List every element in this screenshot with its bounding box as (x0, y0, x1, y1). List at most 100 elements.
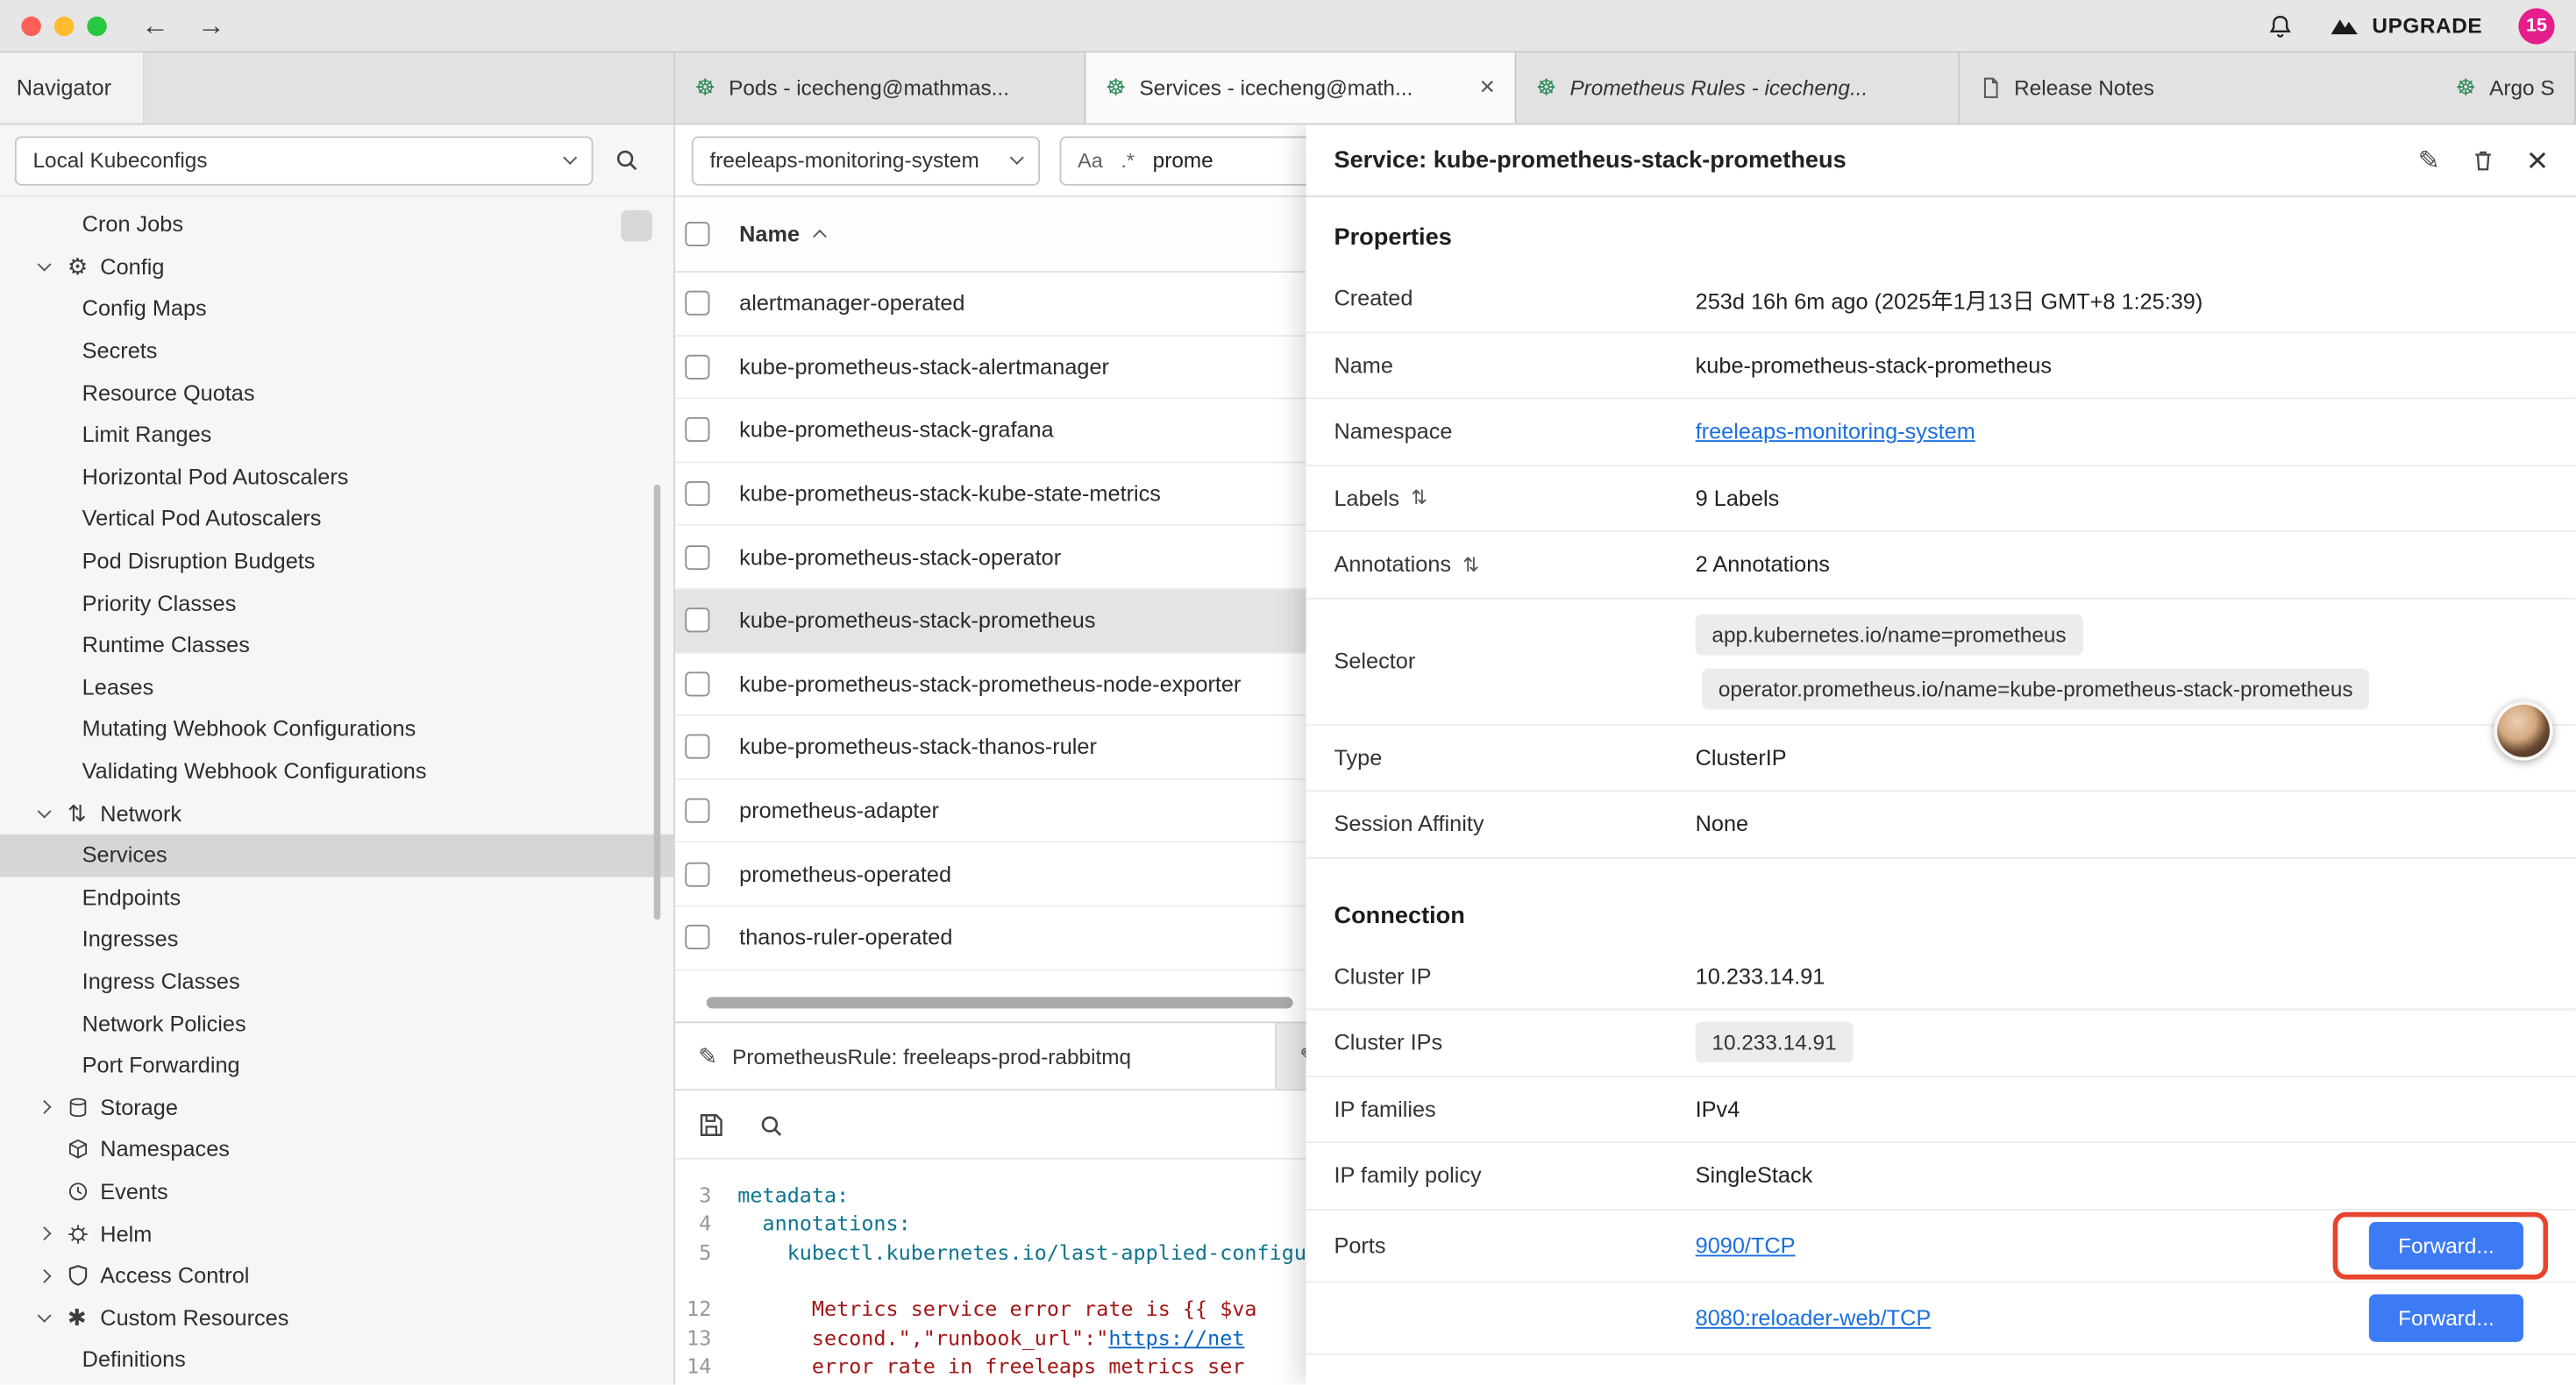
row-checkbox[interactable] (685, 671, 709, 696)
scrollbar-thumb[interactable] (707, 997, 1293, 1008)
upgrade-icon (2330, 15, 2359, 36)
row-checkbox[interactable] (685, 735, 709, 759)
sidebar-item[interactable]: Endpoints (0, 877, 673, 919)
sidebar-item[interactable]: Services (0, 835, 673, 877)
edit-icon[interactable]: ✎ (2418, 144, 2440, 176)
sidebar-item[interactable]: Leases (0, 666, 673, 708)
sidebar-item[interactable]: Validating Webhook Configurations (0, 750, 673, 792)
notification-count-badge[interactable]: 15 (2518, 7, 2554, 43)
sidebar-item[interactable]: Resource Quotas (0, 372, 673, 414)
column-header-name[interactable]: Name (739, 222, 824, 246)
line-number: 13 (675, 1325, 737, 1349)
kubernetes-icon: ☸ (2456, 74, 2477, 102)
sidebar-item-label: Services (82, 843, 167, 868)
editor-tab[interactable]: ☸ Pods - icecheng@mathmas... (675, 53, 1085, 124)
sidebar-item[interactable]: Config Maps (0, 288, 673, 330)
sidebar-item[interactable]: ✱ Custom Resources (0, 1296, 673, 1339)
sidebar-item[interactable]: Priority Classes (0, 582, 673, 624)
scrollbar-thumb[interactable] (621, 210, 652, 242)
editor-tab[interactable]: ☸ Argo S (2436, 53, 2576, 124)
sidebar-item-label: Cron Jobs (82, 212, 183, 237)
kubeconfig-select[interactable]: Local Kubeconfigs (15, 136, 594, 185)
line-code: error rate in freeleaps metrics ser (737, 1353, 1244, 1378)
delete-icon[interactable] (2471, 148, 2495, 173)
sidebar-item[interactable]: Events (0, 1170, 673, 1212)
search-icon[interactable] (615, 148, 639, 173)
line-code: Metrics service error rate is {{ $va (737, 1296, 1256, 1321)
row-checkbox[interactable] (685, 291, 709, 316)
editor-tab[interactable]: ☸ Prometheus Rules - icecheng... (1516, 53, 1960, 124)
line-number: 14 (675, 1353, 737, 1378)
sidebar-item[interactable]: Limit Ranges (0, 414, 673, 456)
tree-chevron (39, 1187, 68, 1197)
tab-strip: Navigator ☸ Pods - icecheng@mathmas... ☸… (0, 53, 2576, 124)
sidebar-item[interactable]: ⚙ Config (0, 245, 673, 288)
row-checkbox[interactable] (685, 608, 709, 633)
sidebar-item-label: Access Control (100, 1263, 249, 1288)
sidebar-item[interactable]: Pod Disruption Budgets (0, 540, 673, 582)
sidebar-item[interactable]: Access Control (0, 1254, 673, 1296)
close-drawer-icon[interactable]: × (2527, 142, 2548, 178)
close-tab-icon[interactable]: × (1463, 73, 1495, 103)
editor-tab[interactable]: Release Notes (1960, 53, 2436, 124)
search-icon[interactable] (759, 1112, 784, 1137)
select-all-checkbox[interactable] (685, 222, 709, 246)
sidebar-item[interactable]: Helm (0, 1212, 673, 1254)
sidebar-item[interactable]: Vertical Pod Autoscalers (0, 498, 673, 540)
regex-toggle[interactable]: .* (1121, 149, 1135, 172)
sidebar-item-label: Events (100, 1179, 167, 1204)
service-name: thanos-ruler-operated (739, 925, 952, 949)
upgrade-button[interactable]: UPGRADE (2330, 13, 2482, 38)
scrollbar-thumb[interactable] (654, 485, 660, 920)
row-checkbox[interactable] (685, 481, 709, 506)
shield-icon (68, 1265, 100, 1286)
horizontal-scrollbar[interactable] (675, 994, 1306, 1012)
detail-row-name: Name kube-prometheus-stack-prometheus (1306, 332, 2576, 399)
user-avatar[interactable] (2494, 701, 2552, 760)
zoom-window-button[interactable] (87, 16, 106, 35)
updown-icon: ⇅ (68, 799, 100, 827)
sidebar-item-label: Namespaces (100, 1137, 230, 1161)
save-icon[interactable] (698, 1112, 724, 1138)
sidebar-item[interactable]: Network Policies (0, 1002, 673, 1044)
minimize-window-button[interactable] (54, 16, 74, 35)
row-checkbox[interactable] (685, 418, 709, 443)
forward-button[interactable]: Forward... (2369, 1294, 2523, 1341)
tree-chevron (39, 1229, 68, 1239)
expand-toggle-icon[interactable]: ⇅ (1411, 488, 1427, 508)
port-link[interactable]: 8080:reloader-web/TCP (1696, 1305, 1932, 1330)
row-checkbox[interactable] (685, 799, 709, 823)
namespace-select[interactable]: freeleaps-monitoring-system (692, 136, 1040, 185)
notifications-bell-icon[interactable] (2267, 12, 2294, 39)
line-code: kubectl.kubernetes.io/last-applied-confi… (737, 1239, 1392, 1264)
sidebar-item[interactable]: Ingress Classes (0, 961, 673, 1003)
expand-toggle-icon[interactable]: ⇅ (1462, 555, 1479, 574)
sidebar-item[interactable]: ⇅ Network (0, 792, 673, 835)
port-link[interactable]: 9090/TCP (1696, 1232, 1796, 1257)
row-checkbox[interactable] (685, 355, 709, 380)
namespace-link[interactable]: freeleaps-monitoring-system (1696, 419, 1975, 444)
sidebar-item-label: Runtime Classes (82, 633, 250, 657)
sidebar-item[interactable]: Ingresses (0, 919, 673, 961)
forward-button-wrap: Forward... (2333, 1283, 2548, 1351)
dock-tab[interactable]: ✎ PrometheusRule: freeleaps-prod-rabbitm… (675, 1023, 1277, 1089)
match-case-toggle[interactable]: Aa (1078, 149, 1103, 172)
sidebar-item[interactable]: Cron Jobs (0, 203, 673, 245)
forward-button[interactable]: Forward... (2369, 1221, 2523, 1268)
sidebar-item[interactable]: Namespaces (0, 1128, 673, 1170)
sidebar-item[interactable]: Port Forwarding (0, 1044, 673, 1086)
sidebar-item[interactable]: Horizontal Pod Autoscalers (0, 456, 673, 498)
sidebar-item-label: Priority Classes (82, 591, 237, 615)
row-checkbox[interactable] (685, 544, 709, 569)
row-checkbox[interactable] (685, 925, 709, 949)
close-window-button[interactable] (21, 16, 40, 35)
sidebar-item[interactable]: Storage (0, 1086, 673, 1128)
forward-button[interactable]: → (197, 11, 225, 39)
sidebar-item[interactable]: Mutating Webhook Configurations (0, 708, 673, 750)
editor-tab[interactable]: ☸ Services - icecheng@math... × (1086, 53, 1517, 124)
sidebar-item[interactable]: Secrets (0, 330, 673, 372)
sidebar-item[interactable]: Definitions (0, 1339, 673, 1381)
back-button[interactable]: ← (141, 11, 169, 39)
sidebar-item[interactable]: Runtime Classes (0, 624, 673, 666)
row-checkbox[interactable] (685, 862, 709, 886)
